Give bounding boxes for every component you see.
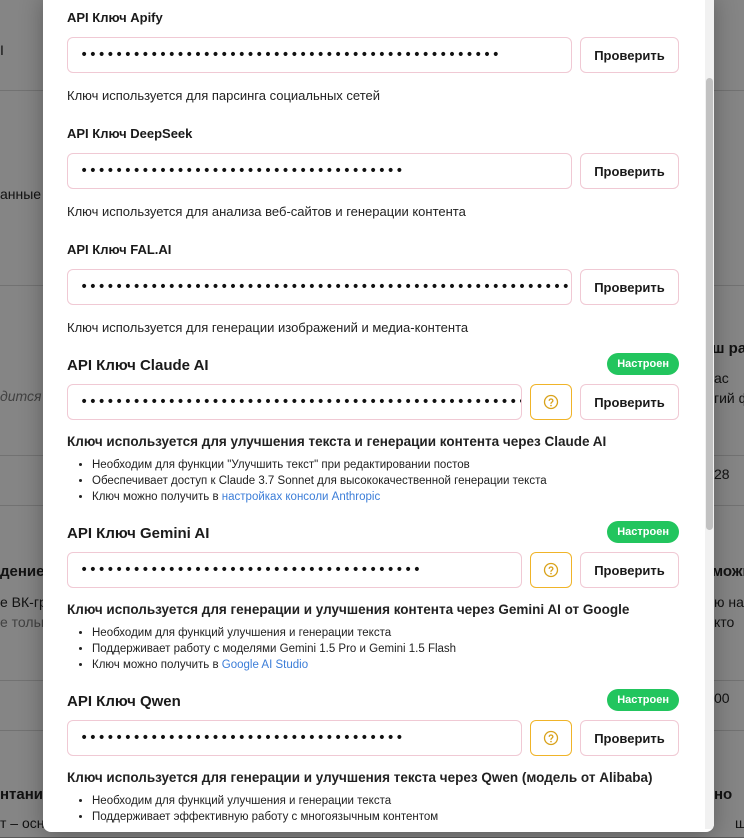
qwen-section: API Ключ Qwen Настроен •••••••••••••••••…	[67, 688, 679, 838]
deepseek-check-button[interactable]: Проверить	[580, 153, 679, 189]
claude-check-button[interactable]: Проверить	[580, 384, 679, 420]
apify-key-input[interactable]: ••••••••••••••••••••••••••••••••••••••••…	[67, 37, 572, 73]
gemini-status-badge: Настроен	[607, 521, 679, 543]
get-key-prefix: Ключ можно получить в	[92, 491, 222, 503]
list-item: Поддерживает эффективную работу с многоя…	[92, 809, 438, 825]
claude-bullet-list: Необходим для функции "Улучшить текст" п…	[67, 457, 547, 505]
qwen-check-button[interactable]: Проверить	[580, 720, 679, 756]
falai-hint: Ключ используется для генерации изображе…	[67, 320, 469, 335]
get-key-prefix: Ключ можно получить в	[92, 659, 222, 671]
gemini-hint: Ключ используется для генерации и улучше…	[67, 602, 630, 617]
qwen-hint: Ключ используется для генерации и улучше…	[67, 770, 653, 785]
deepseek-hint: Ключ используется для анализа веб-сайтов…	[67, 204, 466, 219]
apify-section: API Ключ Apify •••••••••••••••••••••••••…	[67, 8, 679, 108]
deepseek-key-input[interactable]: •••••••••••••••••••••••••••••••••••••	[67, 153, 572, 189]
apify-check-button[interactable]: Проверить	[580, 37, 679, 73]
gemini-section: API Ключ Gemini AI Настроен ••••••••••••…	[67, 520, 679, 680]
gemini-help-button[interactable]	[530, 552, 572, 588]
list-item: Поддерживает работу с моделями Gemini 1.…	[92, 641, 456, 657]
list-item: Ключ можно получить в Google AI Studio	[92, 657, 456, 673]
scrollbar-thumb[interactable]	[706, 78, 713, 530]
falai-section: API Ключ FAL.AI ••••••••••••••••••••••••…	[67, 240, 679, 340]
gemini-check-button[interactable]: Проверить	[580, 552, 679, 588]
qwen-bullet-list: Необходим для функций улучшения и генера…	[67, 793, 438, 825]
claude-hint: Ключ используется для улучшения текста и…	[67, 434, 607, 449]
qwen-status-badge: Настроен	[607, 689, 679, 711]
question-circle-icon	[543, 394, 559, 410]
qwen-help-button[interactable]	[530, 720, 572, 756]
question-circle-icon	[543, 562, 559, 578]
list-item: Необходим для функций улучшения и генера…	[92, 625, 456, 641]
gemini-key-input[interactable]: •••••••••••••••••••••••••••••••••••••••	[67, 552, 522, 588]
google-ai-studio-link[interactable]: Google AI Studio	[222, 659, 308, 671]
gemini-bullet-list: Необходим для функций улучшения и генера…	[67, 625, 456, 673]
question-circle-icon	[543, 730, 559, 746]
falai-check-button[interactable]: Проверить	[580, 269, 679, 305]
list-item: Необходим для функции "Улучшить текст" п…	[92, 457, 547, 473]
falai-label: API Ключ FAL.AI	[67, 242, 172, 257]
deepseek-section: API Ключ DeepSeek ••••••••••••••••••••••…	[67, 124, 679, 224]
anthropic-console-link[interactable]: настройках консоли Anthropic	[222, 491, 380, 503]
qwen-label: API Ключ Qwen	[67, 693, 181, 710]
claude-label: API Ключ Claude AI	[67, 357, 209, 374]
qwen-key-input[interactable]: •••••••••••••••••••••••••••••••••••••	[67, 720, 522, 756]
claude-section: API Ключ Claude AI Настроен ••••••••••••…	[67, 352, 679, 512]
apify-hint: Ключ используется для парсинга социальны…	[67, 88, 381, 103]
falai-key-input[interactable]: ••••••••••••••••••••••••••••••••••••••••…	[67, 269, 572, 305]
deepseek-label: API Ключ DeepSeek	[67, 126, 193, 141]
claude-key-input[interactable]: ••••••••••••••••••••••••••••••••••••••••…	[67, 384, 522, 420]
list-item: Необходим для функций улучшения и генера…	[92, 793, 438, 809]
list-item: Ключ можно получить в настройках консоли…	[92, 489, 547, 505]
claude-help-button[interactable]	[530, 384, 572, 420]
claude-status-badge: Настроен	[607, 353, 679, 375]
list-item: Обеспечивает доступ к Claude 3.7 Sonnet …	[92, 473, 547, 489]
gemini-label: API Ключ Gemini AI	[67, 525, 210, 542]
apify-label: API Ключ Apify	[67, 10, 163, 25]
